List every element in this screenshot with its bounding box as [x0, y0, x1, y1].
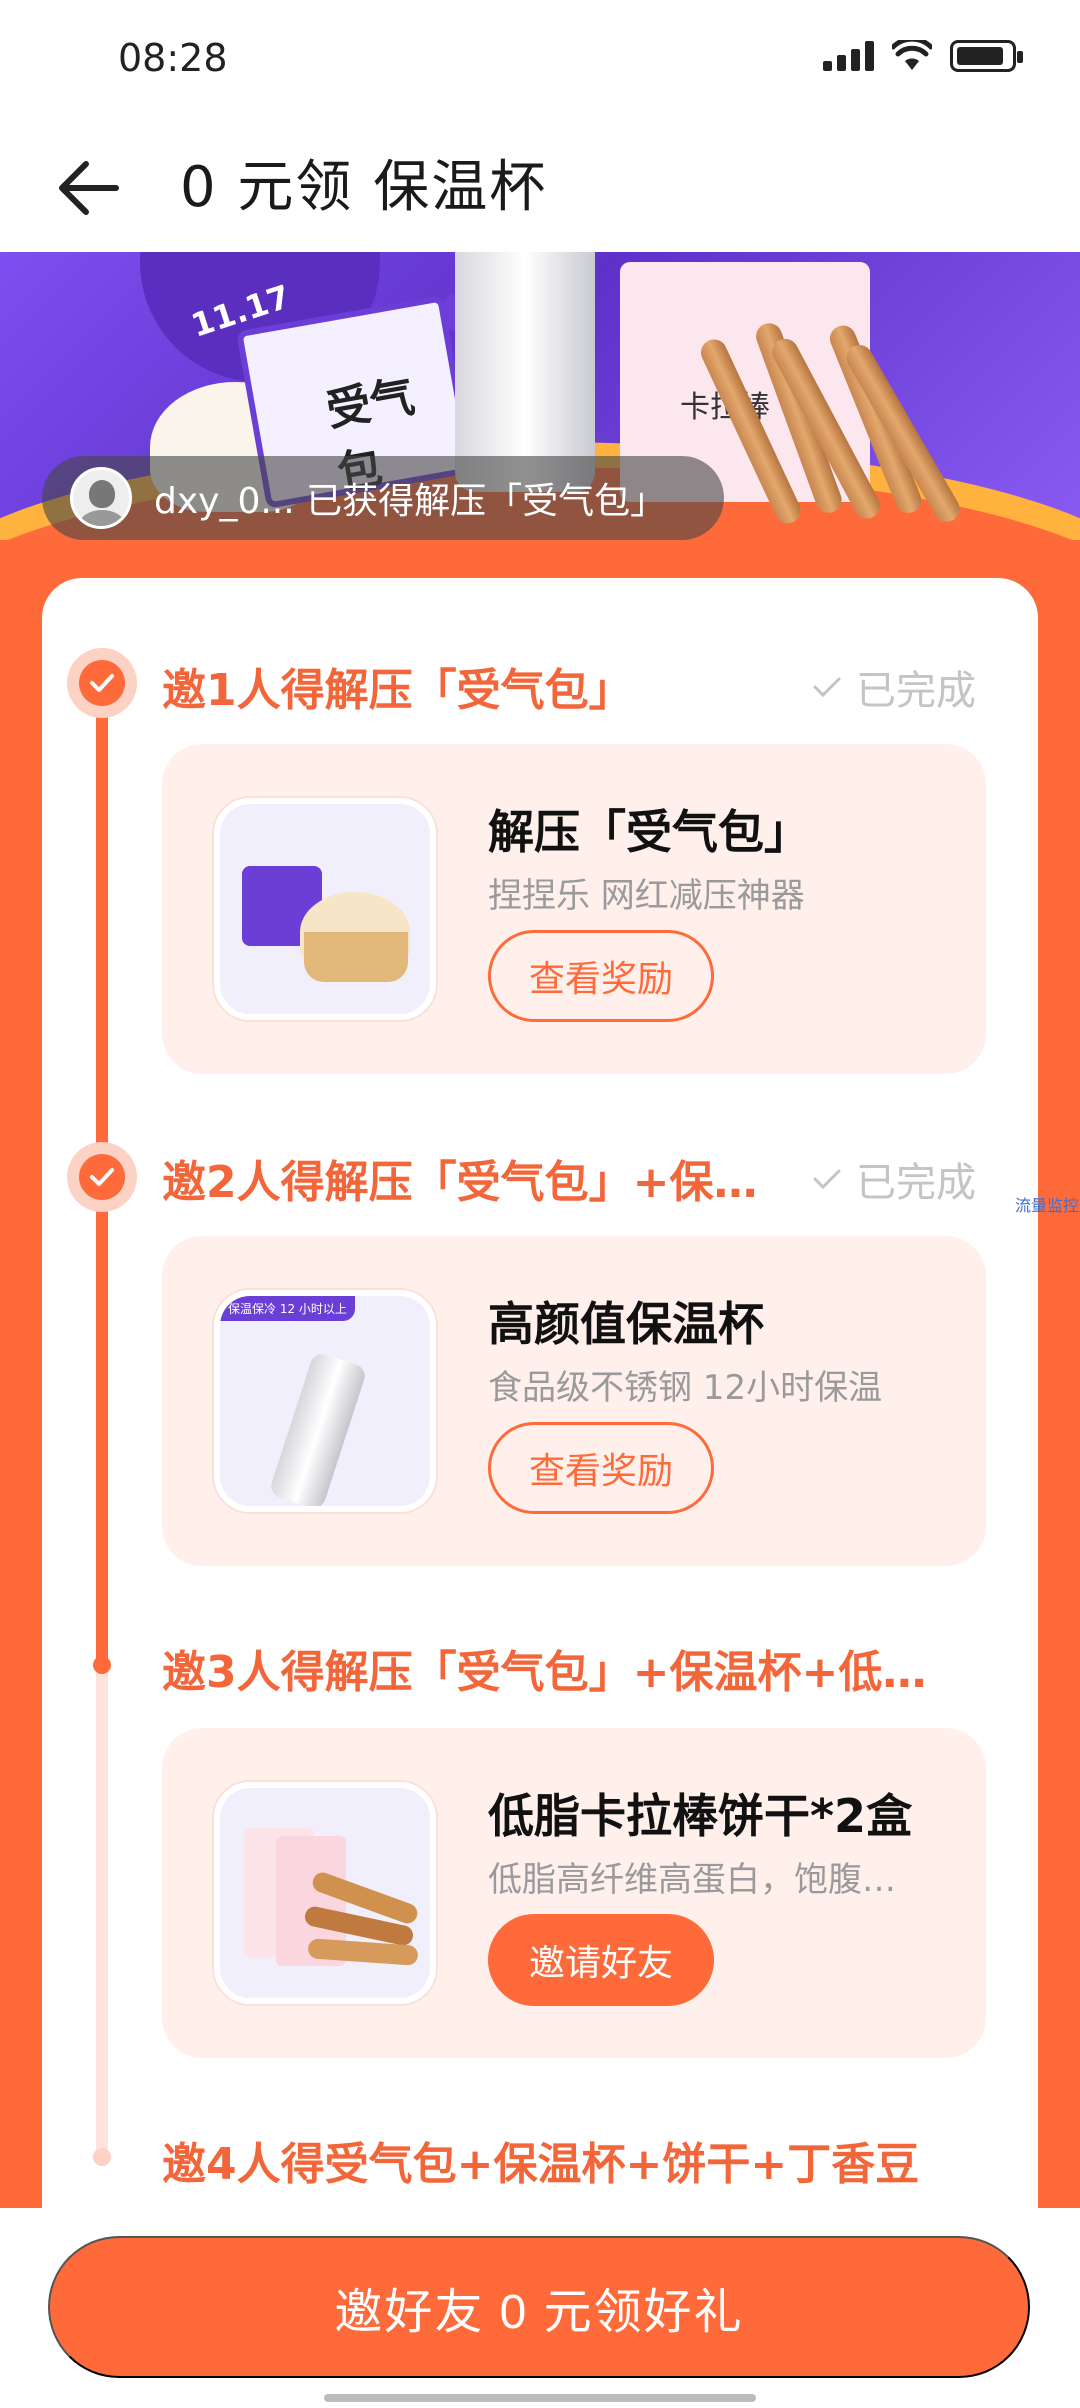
step-1-check-icon [67, 648, 137, 718]
reward-image-cookie [214, 1782, 436, 2004]
winner-ticker: dxy_0... 已获得解压「受气包」 [42, 456, 724, 540]
timeline-line-pending [96, 1666, 108, 2166]
reward-desc: 低脂高纤维高蛋白，饱腹… [488, 1860, 896, 1900]
step-3-dot [93, 1656, 111, 1674]
header: 0 元领 保温杯 [0, 120, 1080, 252]
step-1-status-label: 已完成 [856, 668, 976, 714]
status-icons [823, 40, 1023, 72]
reward-card-2: 保温保冷 12 小时以上 高颜值保温杯 食品级不锈钢 12小时保温 查看奖励 [162, 1236, 986, 1566]
reward-image-thermos: 保温保冷 12 小时以上 [214, 1290, 436, 1512]
status-time: 08:28 [118, 36, 228, 80]
side-link[interactable]: 流量监控 [1015, 1192, 1079, 1216]
checkmark-icon [813, 1169, 841, 1190]
reward-name: 低脂卡拉棒饼干*2盒 [488, 1789, 913, 1843]
step-2-title: 邀2人得解压「受气包」+保… [162, 1157, 758, 1208]
reward-image-punching-bag [214, 798, 436, 1020]
wifi-icon [892, 40, 932, 70]
reward-desc: 食品级不锈钢 12小时保温 [488, 1368, 883, 1408]
avatar [70, 467, 132, 529]
cookie-sticks-image [696, 312, 1000, 528]
back-arrow-icon[interactable] [52, 148, 132, 228]
reward-card-3: 低脂卡拉棒饼干*2盒 低脂高纤维高蛋白，饱腹… 邀请好友 [162, 1728, 986, 2058]
step-3-title: 邀3人得解压「受气包」+保温杯+低… [162, 1647, 927, 1698]
checkmark-icon [813, 677, 841, 698]
invite-friends-button[interactable]: 邀请好友 [488, 1914, 714, 2006]
view-reward-button[interactable]: 查看奖励 [488, 930, 714, 1022]
step-2-status: 已完成 [812, 1150, 976, 1208]
home-indicator [324, 2394, 756, 2402]
reward-desc: 捏捏乐 网红减压神器 [488, 876, 805, 916]
step-1-status: 已完成 [812, 658, 976, 716]
reward-name: 解压「受气包」 [488, 805, 810, 859]
reward-name: 高颜值保温杯 [488, 1297, 764, 1351]
step-4-title: 邀4人得受气包+保温杯+饼干+丁香豆 [162, 2139, 920, 2190]
step-4-dot [93, 2148, 111, 2166]
page-title: 0 元领 保温杯 [180, 155, 548, 220]
invite-cta-button[interactable]: 邀好友 0 元领好礼 [48, 2236, 1030, 2378]
winner-text: dxy_0... 已获得解压「受气包」 [154, 481, 667, 522]
reward-image-tag: 保温保冷 12 小时以上 [220, 1296, 355, 1321]
reward-card-1: 解压「受气包」 捏捏乐 网红减压神器 查看奖励 [162, 744, 986, 1074]
view-reward-button[interactable]: 查看奖励 [488, 1422, 714, 1514]
step-2-check-icon [67, 1142, 137, 1212]
battery-icon [950, 40, 1023, 72]
signal-icon [823, 41, 874, 71]
step-1-title: 邀1人得解压「受气包」 [162, 665, 633, 716]
status-bar: 08:28 [0, 0, 1080, 120]
step-2-status-label: 已完成 [856, 1160, 976, 1206]
